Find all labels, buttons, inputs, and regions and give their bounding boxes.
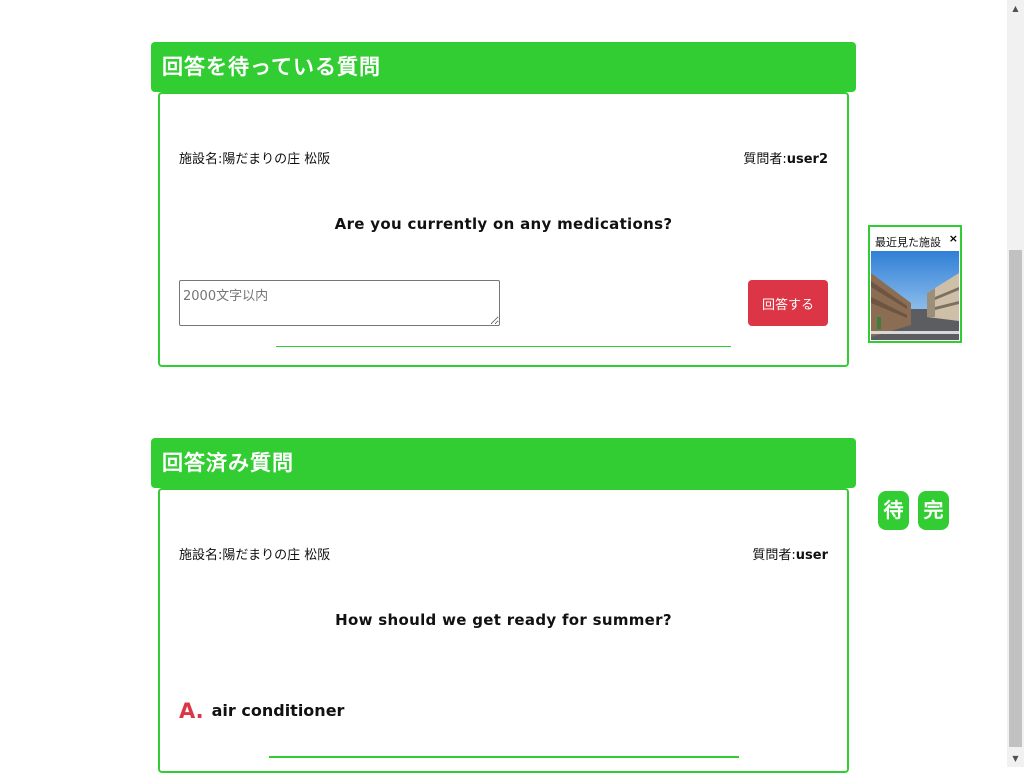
answer-mark: A. — [179, 699, 204, 723]
close-icon[interactable]: × — [948, 232, 958, 245]
scroll-up-icon[interactable]: ▲ — [1007, 0, 1024, 17]
answer-row: A. air conditioner — [179, 699, 344, 723]
questioner-user: user — [795, 548, 828, 563]
scroll-down-icon[interactable]: ▼ — [1007, 750, 1024, 767]
question-text: Are you currently on any medications? — [334, 215, 673, 233]
waiting-question-card: 施設名:陽だまりの庄 松阪 質問者:user2 Are you currentl… — [158, 92, 849, 367]
page-scrollbar[interactable]: ▲ ▼ — [1007, 0, 1024, 767]
question-text: How should we get ready for summer? — [335, 611, 672, 629]
answer-text: air conditioner — [211, 701, 345, 720]
waiting-section-header: 回答を待っている質問 — [151, 42, 856, 92]
answer-textarea[interactable] — [179, 280, 500, 326]
card-divider — [269, 756, 739, 758]
answered-question-card: 施設名:陽だまりの庄 松阪 質問者:user How should we get… — [158, 488, 849, 773]
questioner-label: 質問者: — [743, 152, 787, 167]
facility-name: 施設名:陽だまりの庄 松阪 — [179, 152, 331, 167]
recently-viewed-widget[interactable]: 最近見た施設 × — [868, 225, 962, 343]
answered-section-header: 回答済み質問 — [151, 438, 856, 488]
scrollbar-thumb[interactable] — [1009, 250, 1022, 747]
facility-thumbnail[interactable] — [871, 251, 959, 340]
facility-photo-image — [871, 251, 959, 340]
card-divider — [276, 346, 731, 347]
facility-name: 施設名:陽だまりの庄 松阪 — [179, 548, 331, 563]
jump-to-waiting-button[interactable]: 待 — [878, 491, 909, 530]
answered-section-title: 回答済み質問 — [162, 451, 294, 475]
questioner: 質問者:user2 — [743, 148, 828, 167]
waiting-section-title: 回答を待っている質問 — [162, 55, 381, 79]
questioner-label: 質問者: — [752, 548, 796, 563]
recently-viewed-title: 最近見た施設 — [875, 236, 941, 249]
answer-submit-button[interactable]: 回答する — [748, 280, 828, 326]
questioner-user: user2 — [786, 152, 828, 167]
questioner: 質問者:user — [752, 544, 828, 563]
jump-to-answered-button[interactable]: 完 — [918, 491, 949, 530]
